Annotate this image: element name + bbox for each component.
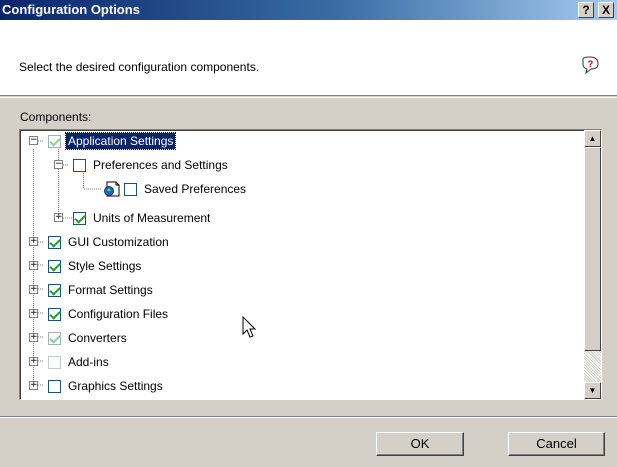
tree-item-label: Units of Measurement [93, 211, 211, 225]
checkbox[interactable] [48, 379, 61, 393]
expand-toggle[interactable]: + [29, 381, 38, 390]
expand-toggle[interactable]: + [29, 237, 38, 246]
dialog-header: Select the desired configuration compone… [0, 20, 617, 96]
checkbox[interactable] [48, 259, 61, 273]
instruction-text: Select the desired configuration compone… [19, 60, 260, 74]
tree-item-style-settings[interactable]: Style Settings [48, 257, 143, 275]
checkbox[interactable] [48, 331, 61, 345]
mouse-pointer-icon [242, 316, 257, 338]
tree-item-label: Converters [68, 331, 127, 345]
tree-item-configuration-files[interactable]: Configuration Files [48, 305, 170, 323]
tree-item-units-of-measurement[interactable]: Units of Measurement [73, 209, 212, 227]
footer-separator-highlight [0, 417, 617, 418]
vertical-scrollbar[interactable]: ▲ ▼ [584, 130, 601, 399]
ok-button[interactable]: OK [376, 432, 464, 456]
collapse-toggle[interactable]: − [54, 160, 63, 169]
tree-item-saved-preferences[interactable]: Saved Preferences [103, 180, 248, 198]
expand-toggle[interactable]: + [29, 261, 38, 270]
window-title: Configuration Options [2, 2, 140, 17]
components-tree[interactable]: − Application Settings − Preferences and… [19, 129, 602, 400]
tree-item-graphics-settings[interactable]: Graphics Settings [48, 377, 165, 395]
header-separator [0, 97, 617, 98]
collapse-toggle[interactable]: − [29, 136, 38, 145]
components-label: Components: [20, 110, 92, 124]
preferences-file-icon [104, 181, 120, 197]
tree-item-label: Add-ins [68, 355, 109, 369]
scroll-down-button[interactable]: ▼ [584, 382, 601, 399]
help-title-button[interactable]: ? [578, 2, 594, 18]
tree-item-gui-customization[interactable]: GUI Customization [48, 233, 171, 251]
expand-toggle[interactable]: + [29, 333, 38, 342]
tree-item-converters[interactable]: Converters [48, 329, 129, 347]
title-bar: Configuration Options ? X [0, 0, 617, 20]
cancel-button[interactable]: Cancel [508, 432, 605, 456]
tree-item-add-ins[interactable]: Add-ins [48, 353, 111, 371]
tree-item-format-settings[interactable]: Format Settings [48, 281, 155, 299]
tree-item-label: Preferences and Settings [93, 158, 228, 172]
expand-toggle[interactable]: + [29, 285, 38, 294]
tree-item-label: Style Settings [68, 259, 142, 273]
expand-toggle[interactable]: + [29, 309, 38, 318]
svg-text:?: ? [588, 59, 594, 69]
expand-toggle[interactable]: + [29, 357, 38, 366]
checkbox[interactable] [48, 355, 61, 369]
tree-item-label: Format Settings [68, 283, 153, 297]
tree-item-label: Application Settings [64, 132, 177, 150]
tree-item-preferences-and-settings[interactable]: Preferences and Settings [73, 156, 230, 174]
checkbox[interactable] [48, 283, 61, 297]
checkbox[interactable] [73, 211, 86, 225]
checkbox[interactable] [48, 134, 61, 148]
checkbox[interactable] [124, 182, 137, 196]
checkbox[interactable] [73, 158, 86, 172]
tree-item-application-settings[interactable]: Application Settings [48, 132, 177, 150]
tree-item-label: GUI Customization [68, 235, 169, 249]
checkbox[interactable] [48, 235, 61, 249]
help-bubble-icon[interactable]: ? [580, 56, 600, 74]
tree-item-label: Graphics Settings [68, 379, 163, 393]
tree-item-label: Configuration Files [68, 307, 169, 321]
close-title-button[interactable]: X [598, 2, 614, 18]
scroll-up-button[interactable]: ▲ [584, 130, 601, 147]
tree-item-label: Saved Preferences [144, 182, 247, 196]
expand-toggle[interactable]: + [54, 213, 63, 222]
checkbox[interactable] [48, 307, 61, 321]
scroll-thumb[interactable] [584, 147, 601, 351]
